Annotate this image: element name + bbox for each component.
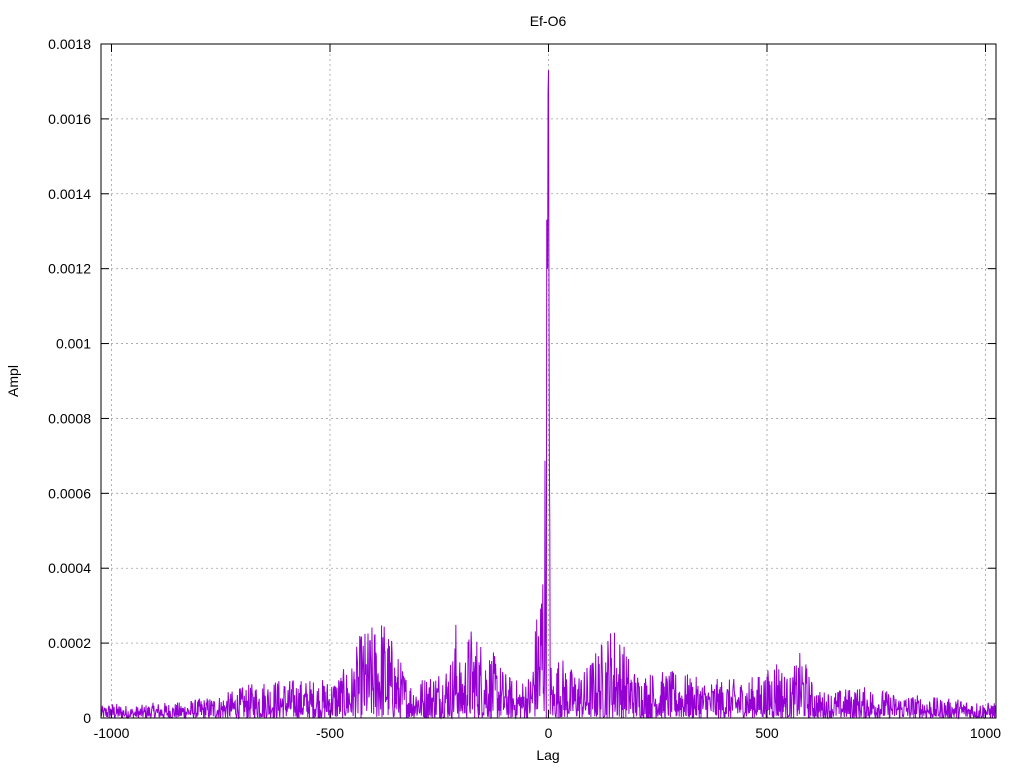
chart-svg: 0 0.0002 0.0004 0.0006 0.0008 0.001 0.0012 0.00…	[5, 13, 1001, 763]
x-tick-label: -1000	[94, 725, 130, 741]
y-tick-label: 0.0016	[48, 111, 91, 127]
y-tick-label: 0.0014	[48, 186, 91, 202]
y-tick-label: 0.0012	[48, 261, 91, 277]
x-tick-label: 0	[545, 725, 553, 741]
y-axis-label: Ampl	[5, 365, 21, 397]
y-tick-label: 0.0002	[48, 635, 91, 651]
y-tick-label: 0.0004	[48, 560, 91, 576]
x-tick-label: 500	[755, 725, 779, 741]
chart-container: 0 0.0002 0.0004 0.0006 0.0008 0.001 0.0012 0.00…	[0, 0, 1024, 768]
x-axis-label: Lag	[536, 747, 559, 763]
chart-title: Ef-O6	[530, 13, 567, 29]
x-tick-label: 1000	[970, 725, 1001, 741]
y-tick-label: 0.0008	[48, 410, 91, 426]
y-tick-label: 0.0006	[48, 485, 91, 501]
tick-layer: 0 0.0002 0.0004 0.0006 0.0008 0.001 0.0012 0.00…	[48, 36, 1001, 741]
y-tick-label: 0.0018	[48, 36, 91, 52]
y-tick-label: 0.001	[56, 336, 91, 352]
x-tick-label: -500	[316, 725, 344, 741]
y-tick-label: 0	[83, 710, 91, 726]
